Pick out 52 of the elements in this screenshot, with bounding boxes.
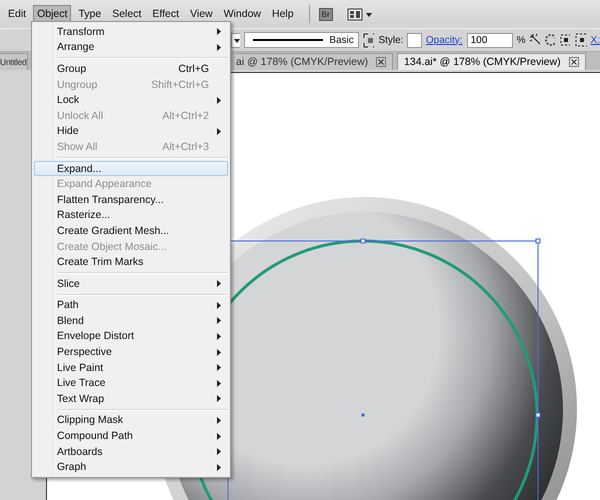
menu-item[interactable]: Graph bbox=[34, 459, 228, 476]
anchor-handle[interactable] bbox=[536, 412, 540, 418]
arrange-documents-icon[interactable] bbox=[346, 8, 373, 20]
opacity-unit: % bbox=[516, 34, 526, 46]
stroke-profile-label: Basic bbox=[329, 34, 354, 46]
menu-item[interactable]: Path bbox=[34, 298, 228, 314]
menu-item[interactable]: Rasterize... bbox=[34, 208, 228, 224]
bridge-button[interactable]: Br bbox=[318, 8, 333, 20]
opacity-link[interactable]: Opacity: bbox=[426, 34, 463, 46]
menu-item[interactable]: Text Wrap bbox=[34, 391, 228, 407]
menu-item[interactable]: Blend bbox=[34, 313, 228, 329]
document-tab[interactable]: Untitled bbox=[0, 53, 28, 70]
menu-item[interactable]: Slice bbox=[34, 276, 228, 292]
align-icon[interactable] bbox=[559, 33, 570, 47]
close-icon[interactable] bbox=[376, 57, 386, 67]
menu-item[interactable]: Live Paint bbox=[34, 360, 228, 376]
anchor-handle[interactable] bbox=[360, 238, 366, 244]
menu-item[interactable]: Flatten Transparency... bbox=[34, 192, 228, 208]
style-swatch[interactable] bbox=[407, 32, 422, 48]
x-position-link[interactable]: X: bbox=[590, 34, 600, 46]
menu-bar-item[interactable]: Edit bbox=[4, 5, 30, 23]
menu-item[interactable]: Perspective bbox=[34, 344, 228, 360]
menu-item[interactable]: Envelope Distort bbox=[34, 328, 228, 344]
center-point-handle[interactable] bbox=[362, 414, 364, 416]
menu-bar-item[interactable]: Type bbox=[74, 5, 106, 23]
menu-item[interactable]: Create Trim Marks bbox=[34, 254, 228, 270]
document-tab[interactable]: ai @ 178% (CMYK/Preview) bbox=[235, 53, 394, 70]
anchor-handle[interactable] bbox=[536, 238, 540, 244]
menu-item[interactable]: Compound Path bbox=[34, 428, 228, 444]
menu-item[interactable]: Artboards bbox=[34, 444, 228, 460]
menu-item[interactable]: Expand... bbox=[34, 160, 228, 176]
dropdown-arrow-icon[interactable] bbox=[231, 32, 240, 48]
style-label: Style: bbox=[378, 34, 404, 46]
document-tab[interactable]: 134.ai* @ 178% (CMYK/Preview) bbox=[397, 53, 586, 70]
close-icon[interactable] bbox=[568, 57, 579, 67]
menu-item[interactable]: Hide bbox=[34, 124, 228, 140]
menu-item[interactable]: Lock bbox=[34, 92, 228, 108]
menu-bar-item[interactable]: Effect bbox=[148, 5, 184, 23]
menu-item[interactable]: Group Ctrl+G bbox=[34, 61, 228, 77]
menu-item[interactable]: Live Trace bbox=[34, 375, 228, 392]
menu-bar-item[interactable]: Select bbox=[108, 5, 146, 23]
reference-point-icon[interactable] bbox=[574, 32, 587, 48]
menu-bar-item[interactable]: Window bbox=[220, 5, 265, 23]
menu-item[interactable]: Create Gradient Mesh... bbox=[34, 223, 228, 239]
magic-wand-icon[interactable] bbox=[529, 33, 540, 47]
stroke-profile-dropdown[interactable]: Basic bbox=[244, 32, 359, 48]
opacity-field[interactable]: 100 bbox=[466, 32, 513, 48]
menu-item[interactable]: Clipping Mask bbox=[34, 412, 228, 428]
menu-item[interactable]: Arrange bbox=[34, 40, 228, 56]
menu-bar-item[interactable]: View bbox=[186, 5, 217, 23]
menu-bar-item[interactable]: Help bbox=[268, 5, 298, 23]
menu-item[interactable]: Transform bbox=[34, 24, 228, 40]
